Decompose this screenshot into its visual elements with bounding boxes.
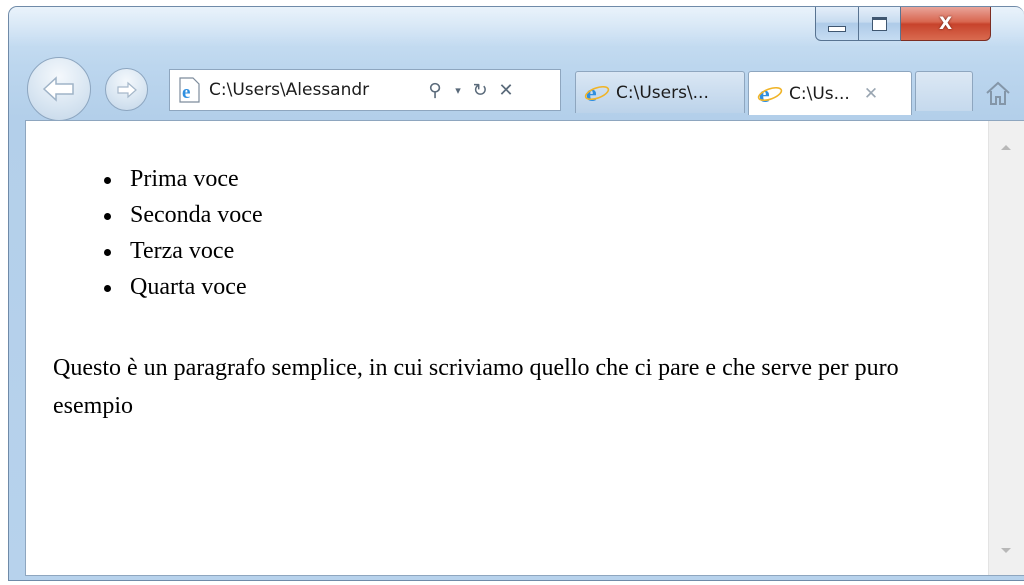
maximize-button[interactable] bbox=[859, 7, 901, 41]
tab-active[interactable]: e C:\Us... ✕ bbox=[748, 71, 912, 115]
back-arrow-icon bbox=[42, 76, 74, 102]
vertical-scrollbar[interactable] bbox=[988, 121, 1024, 575]
scroll-down-icon[interactable] bbox=[1001, 548, 1011, 553]
chevron-down-icon[interactable]: ▾ bbox=[451, 84, 465, 97]
document: Prima voce Seconda voce Terza voce Quart… bbox=[26, 121, 988, 575]
svg-text:e: e bbox=[182, 82, 190, 103]
minimize-icon bbox=[828, 25, 846, 32]
tab-close-icon[interactable]: ✕ bbox=[864, 84, 878, 104]
refresh-icon[interactable]: ↻ bbox=[469, 80, 491, 101]
address-bar[interactable]: e C:\Users\Alessandr ⚲ ▾ ↻ ✕ bbox=[169, 69, 561, 111]
home-icon[interactable] bbox=[984, 80, 1012, 106]
page-icon: e bbox=[179, 77, 200, 103]
list-item: Prima voce bbox=[104, 161, 263, 197]
forward-arrow-icon bbox=[116, 81, 137, 98]
browser-window: X e C:\Users\Alessandr ⚲ ▾ ↻ ✕ e C:\User… bbox=[8, 6, 1024, 581]
list-item: Seconda voce bbox=[104, 197, 263, 233]
tab-label: C:\Users\... bbox=[616, 82, 709, 103]
new-tab-button[interactable] bbox=[915, 71, 973, 111]
tab-label: C:\Us... bbox=[789, 83, 850, 104]
back-button[interactable] bbox=[27, 57, 91, 121]
ie-logo-icon: e bbox=[757, 83, 783, 105]
close-button[interactable]: X bbox=[901, 7, 991, 41]
stop-icon[interactable]: ✕ bbox=[495, 80, 517, 101]
page-content: Prima voce Seconda voce Terza voce Quart… bbox=[25, 120, 1024, 576]
list-item: Terza voce bbox=[104, 233, 263, 269]
close-icon: X bbox=[938, 13, 953, 34]
paragraph: Questo è un paragrafo semplice, in cui s… bbox=[53, 355, 899, 419]
tab-inactive[interactable]: e C:\Users\... bbox=[575, 71, 745, 113]
scroll-up-icon[interactable] bbox=[1001, 145, 1011, 150]
maximize-icon bbox=[872, 16, 887, 31]
forward-button[interactable] bbox=[105, 68, 148, 111]
search-icon[interactable]: ⚲ bbox=[423, 80, 447, 101]
minimize-button[interactable] bbox=[815, 7, 859, 41]
address-text[interactable]: C:\Users\Alessandr bbox=[209, 80, 419, 100]
navigation-bar: e C:\Users\Alessandr ⚲ ▾ ↻ ✕ e C:\Users\… bbox=[9, 55, 1024, 121]
list-item: Quarta voce bbox=[104, 269, 263, 305]
caption-buttons: X bbox=[815, 7, 991, 42]
bullet-list: Prima voce Seconda voce Terza voce Quart… bbox=[104, 161, 263, 305]
ie-logo-icon: e bbox=[584, 82, 610, 104]
